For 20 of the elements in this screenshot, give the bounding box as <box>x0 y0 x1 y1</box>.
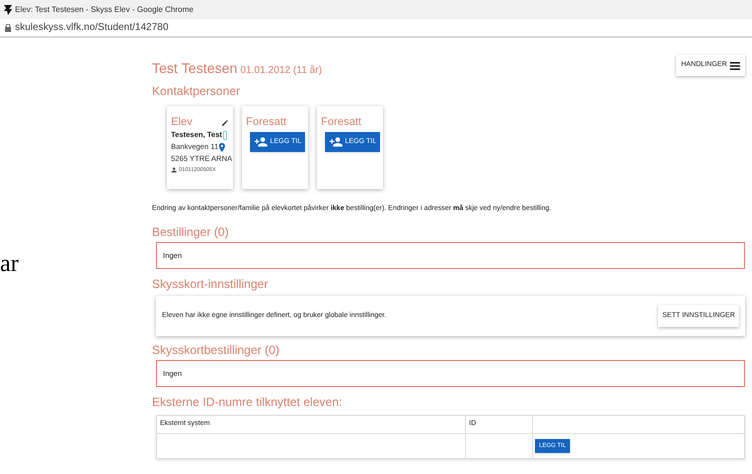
pencil-icon[interactable] <box>221 118 229 126</box>
section-heading: Skysskort-innstillinger <box>151 277 270 291</box>
menu-icon <box>730 62 740 70</box>
student-name: Test Testesen <box>152 59 238 78</box>
section-heading: Bestillinger (0) <box>151 225 230 239</box>
section-heading: Kontaktpersoner <box>151 84 242 98</box>
map-pin-icon[interactable] <box>219 142 226 152</box>
birth-date: 01.01.2012 (11 år) <box>240 64 322 78</box>
person-icon <box>171 167 177 173</box>
card-title: Foresatt <box>246 116 288 129</box>
text-fragment: ar <box>0 251 19 277</box>
section-heading: Eksterne ID-numre tilknyttet eleven: <box>151 395 344 409</box>
person-add-icon <box>254 137 268 147</box>
card-title: Foresatt <box>321 116 362 129</box>
window-title: Elev: Test Testesen - Skyss Elev - Google Chrome <box>15 4 194 16</box>
lock-icon <box>5 24 11 32</box>
section-heading: Skysskortbestillinger (0) <box>151 343 280 357</box>
person-add-icon <box>329 137 343 147</box>
card-title: Elev <box>171 116 192 129</box>
url-text: skuleskyss.vlfk.no/Student/142780 <box>15 21 168 35</box>
